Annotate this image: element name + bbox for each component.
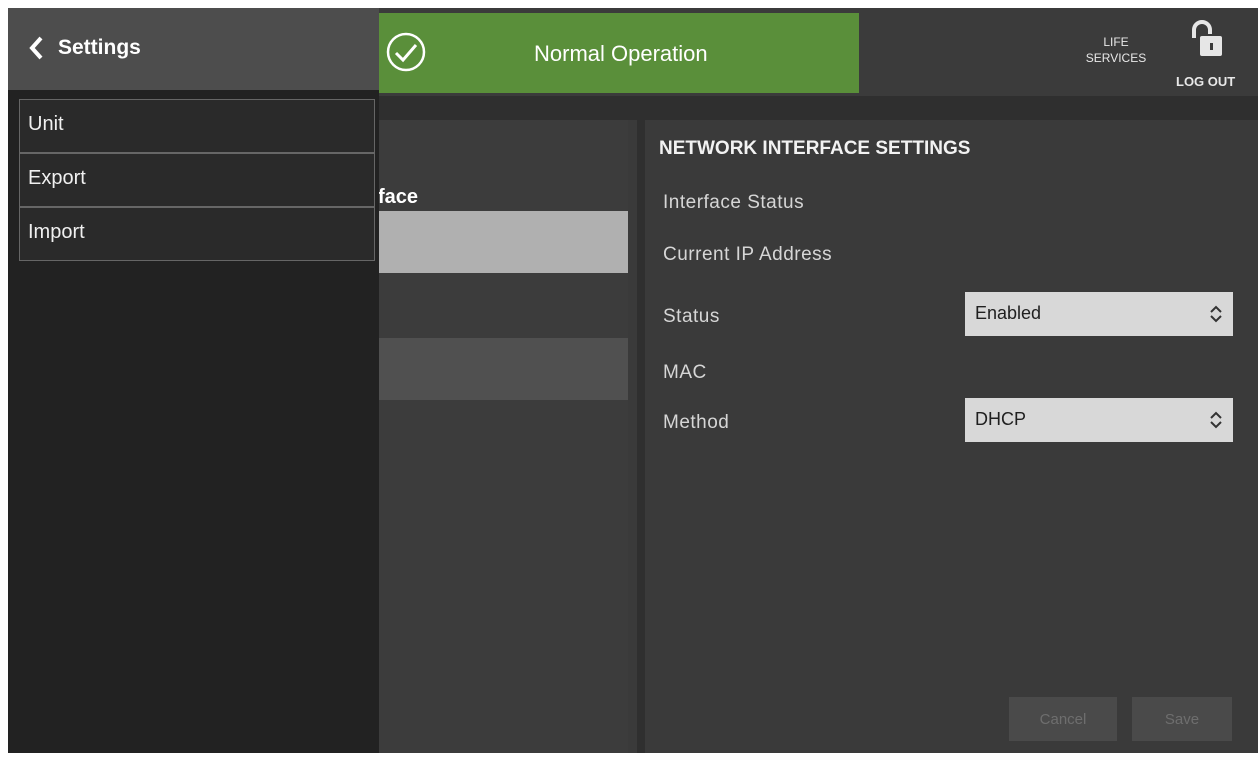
- interface-list: face: [378, 120, 628, 753]
- method-select-value: DHCP: [975, 409, 1027, 429]
- up-down-chevron-icon: [1210, 411, 1222, 429]
- settings-drawer: Settings Unit Export Import: [8, 8, 379, 753]
- status-select-value: Enabled: [975, 303, 1042, 323]
- status-select[interactable]: Enabled: [965, 292, 1233, 336]
- drawer-title: Settings: [58, 36, 141, 59]
- app-screen: Normal Operation LIFE SERVICES LOG OUT f…: [8, 8, 1258, 753]
- menu-item-unit[interactable]: Unit: [19, 99, 375, 153]
- life-services-label-line1: LIFE: [1103, 35, 1129, 49]
- life-services-button[interactable]: LIFE SERVICES: [1070, 34, 1162, 66]
- menu-item-export[interactable]: Export: [19, 153, 375, 207]
- panel-title: NETWORK INTERFACE SETTINGS: [659, 138, 971, 159]
- interface-list-item-selected[interactable]: [378, 211, 628, 273]
- unlocked-padlock-icon[interactable]: [1190, 20, 1224, 58]
- cancel-button[interactable]: Cancel: [1009, 697, 1117, 741]
- logout-button[interactable]: LOG OUT: [1176, 74, 1235, 89]
- interface-list-header: face: [378, 186, 419, 208]
- drawer-menu: Unit Export Import: [19, 99, 375, 261]
- status-banner: Normal Operation: [379, 13, 859, 93]
- drawer-header[interactable]: Settings: [8, 8, 379, 90]
- network-settings-panel: NETWORK INTERFACE SETTINGS Interface Sta…: [637, 120, 1258, 753]
- mac-label: MAC: [663, 362, 707, 383]
- current-ip-label: Current IP Address: [663, 244, 833, 265]
- interface-list-item[interactable]: [378, 338, 628, 400]
- up-down-chevron-icon: [1210, 305, 1222, 323]
- method-select[interactable]: DHCP: [965, 398, 1233, 442]
- save-button[interactable]: Save: [1132, 697, 1232, 741]
- divider: [379, 96, 1258, 120]
- check-circle-icon: [386, 32, 426, 72]
- status-label: Status: [663, 306, 720, 327]
- interface-status-label: Interface Status: [663, 192, 805, 213]
- status-text: Normal Operation: [534, 41, 708, 66]
- chevron-left-icon[interactable]: [28, 36, 44, 60]
- life-services-label-line2: SERVICES: [1085, 51, 1147, 65]
- menu-item-import[interactable]: Import: [19, 207, 375, 261]
- method-label: Method: [663, 412, 730, 433]
